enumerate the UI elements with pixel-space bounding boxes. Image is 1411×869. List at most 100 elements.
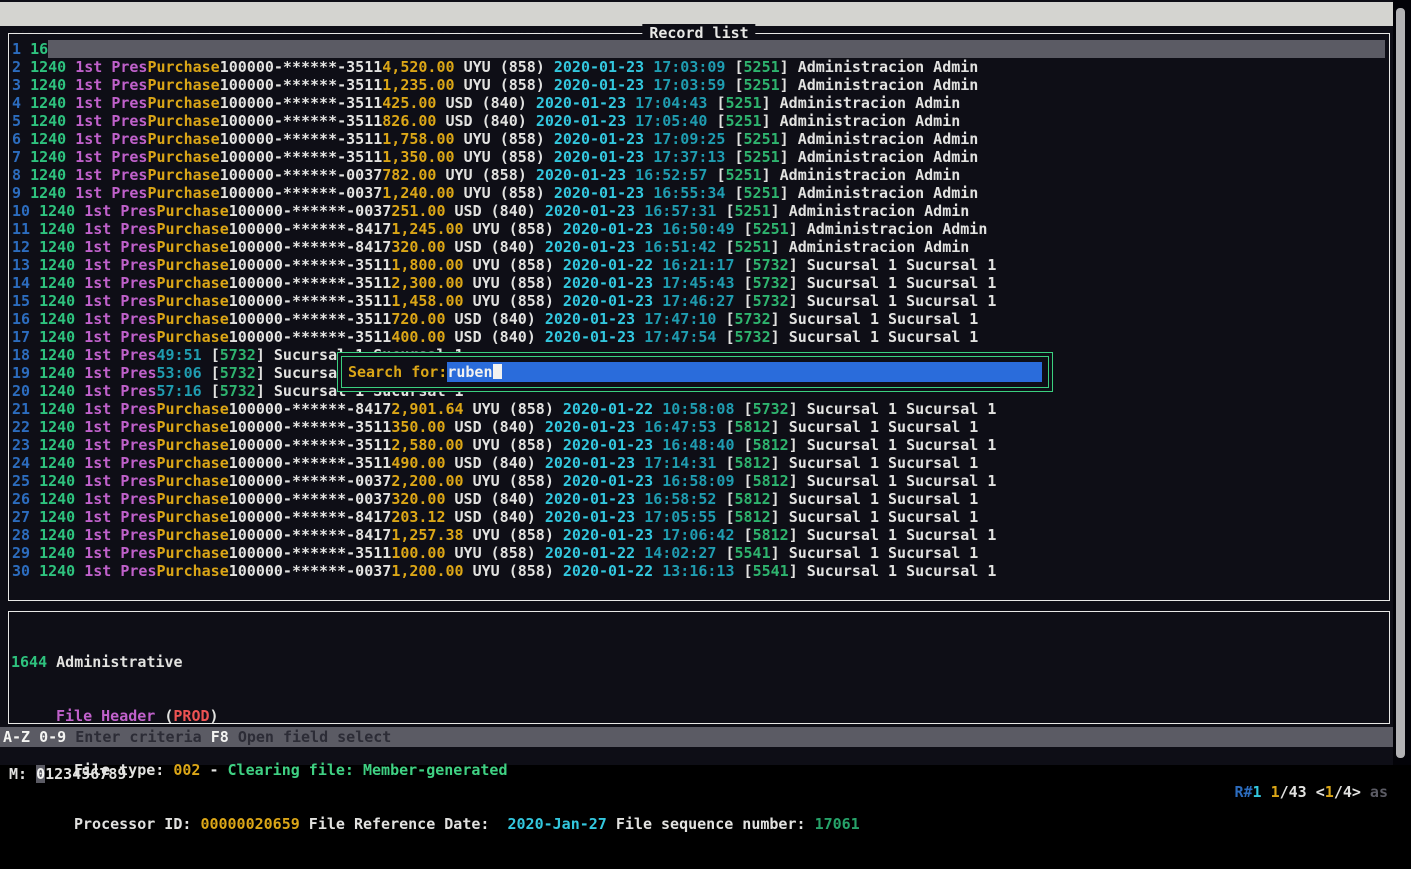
currency: UYU <box>473 274 500 292</box>
transaction-date: 2020-01-23 <box>545 508 635 526</box>
currency: USD <box>446 112 473 130</box>
transaction-time: 16:57:31 <box>644 202 716 220</box>
record-row[interactable]: 10 1240 1st PresPurchase100000-******-00… <box>12 202 1389 220</box>
merchant-name: Sucursal 1 Sucursal 1 <box>789 544 979 562</box>
transaction-time: 17:46:27 <box>662 292 734 310</box>
position-segment <box>1262 783 1271 801</box>
record-type-code: 1240 <box>39 238 75 256</box>
hotkey[interactable]: A-Z <box>3 728 30 746</box>
currency: USD <box>455 508 482 526</box>
detail-env: PROD <box>173 707 209 725</box>
transaction-type: Purchase <box>157 436 229 454</box>
record-row[interactable]: 6 1240 1st PresPurchase100000-******-351… <box>12 130 1389 148</box>
bracket-close: ] <box>771 508 780 526</box>
bracket-close: ] <box>780 58 789 76</box>
transaction-date: 2020-01-23 <box>545 238 635 256</box>
mcc-code: 5732 <box>735 328 771 346</box>
record-row[interactable]: 16 1240 1st PresPurchase100000-******-35… <box>12 310 1389 328</box>
bracket-open: [ <box>735 148 744 166</box>
transaction-time: 17:03:09 <box>653 58 725 76</box>
merchant-name: Sucursal 1 Sucursal 1 <box>807 472 997 490</box>
mcc-code: 5251 <box>744 58 780 76</box>
amount: 720.00 <box>391 310 445 328</box>
bracket-close: ] <box>780 184 789 202</box>
transaction-time: 17:14:31 <box>644 454 716 472</box>
ref-date-label: File Reference Date: <box>300 815 508 833</box>
merchant-name: Sucursal 1 Sucursal 1 <box>789 454 979 472</box>
record-row[interactable]: 14 1240 1st PresPurchase100000-******-35… <box>12 274 1389 292</box>
bracket-open: [ <box>744 472 753 490</box>
search-input[interactable]: ruben <box>447 362 1042 382</box>
record-row[interactable]: 23 1240 1st PresPurchase100000-******-35… <box>12 436 1389 454</box>
transaction-date: 2020-01-23 <box>563 436 653 454</box>
record-row[interactable]: 8 1240 1st PresPurchase100000-******-003… <box>12 166 1389 184</box>
mcc-code: 5732 <box>753 256 789 274</box>
merchant-name: Administracion Admin <box>780 166 961 184</box>
transaction-time: 17:05:40 <box>635 112 707 130</box>
record-row[interactable]: 26 1240 1st PresPurchase100000-******-00… <box>12 490 1389 508</box>
record-row[interactable]: 24 1240 1st PresPurchase100000-******-35… <box>12 454 1389 472</box>
record-type-code: 1240 <box>39 328 75 346</box>
record-row[interactable]: 29 1240 1st PresPurchase100000-******-35… <box>12 544 1389 562</box>
mcc-code: 5251 <box>744 184 780 202</box>
row-number: 15 <box>12 292 30 310</box>
record-row-selected[interactable]: 1 1644 File HeaderPROD 2020-Jan-27 Proc.… <box>12 40 1389 58</box>
record-row[interactable]: 12 1240 1st PresPurchase100000-******-84… <box>12 238 1389 256</box>
record-rows: 1 1644 File HeaderPROD 2020-Jan-27 Proc.… <box>9 34 1389 580</box>
merchant-name: Sucursal 1 Sucursal 1 <box>807 436 997 454</box>
merchant-name: Administracion Admin <box>798 148 979 166</box>
card-number: 100000-******-3511 <box>229 454 392 472</box>
bracket-close: ] <box>789 472 798 490</box>
row-number: 16 <box>12 310 30 328</box>
record-row[interactable]: 17 1240 1st PresPurchase100000-******-35… <box>12 328 1389 346</box>
bracket-close: ] <box>789 292 798 310</box>
amount: 1,800.00 <box>391 256 463 274</box>
record-row[interactable]: 21 1240 1st PresPurchase100000-******-84… <box>12 400 1389 418</box>
currency-code: (840) <box>491 418 536 436</box>
hotkey[interactable]: 0-9 <box>39 728 66 746</box>
currency: UYU <box>473 400 500 418</box>
row-number: 19 <box>12 364 30 382</box>
record-row[interactable]: 15 1240 1st PresPurchase100000-******-35… <box>12 292 1389 310</box>
merchant-name: Sucursal 1 Sucursal 1 <box>807 292 997 310</box>
transaction-time: 16:55:34 <box>653 184 725 202</box>
mask-cursor[interactable]: 0 <box>36 765 45 783</box>
transaction-type: Purchase <box>147 184 219 202</box>
record-type-name: 1st Pres <box>75 58 147 76</box>
record-row[interactable]: 13 1240 1st PresPurchase100000-******-35… <box>12 256 1389 274</box>
record-type-name: 1st Pres <box>84 346 156 364</box>
scrollbar-track[interactable] <box>1393 0 1411 765</box>
record-row[interactable]: 25 1240 1st PresPurchase100000-******-00… <box>12 472 1389 490</box>
bracket-open: [ <box>211 382 220 400</box>
bracket-open: [ <box>735 184 744 202</box>
record-row[interactable]: 27 1240 1st PresPurchase100000-******-84… <box>12 508 1389 526</box>
transaction-type: Purchase <box>157 256 229 274</box>
mcc-code: 5251 <box>725 94 761 112</box>
bracket-open: [ <box>725 310 734 328</box>
bracket-close: ] <box>789 256 798 274</box>
scrollbar-thumb[interactable] <box>1396 8 1405 758</box>
record-row[interactable]: 30 1240 1st PresPurchase100000-******-00… <box>12 562 1389 580</box>
hotkey[interactable]: F8 <box>211 728 229 746</box>
record-row[interactable]: 9 1240 1st PresPurchase100000-******-003… <box>12 184 1389 202</box>
record-row[interactable]: 28 1240 1st PresPurchase100000-******-84… <box>12 526 1389 544</box>
bracket-close: ] <box>771 328 780 346</box>
bracket-open: [ <box>735 130 744 148</box>
transaction-date: 2020-01-23 <box>554 76 644 94</box>
card-number: 100000-******-8417 <box>229 400 392 418</box>
record-type-code: 1240 <box>30 148 66 166</box>
currency: UYU <box>473 436 500 454</box>
record-row[interactable]: 4 1240 1st PresPurchase100000-******-351… <box>12 94 1389 112</box>
record-row[interactable]: 2 1240 1st PresPurchase100000-******-351… <box>12 58 1389 76</box>
transaction-time: 17:47:54 <box>644 328 716 346</box>
transaction-date: 2020-01-23 <box>554 184 644 202</box>
bracket-close: ] <box>780 76 789 94</box>
record-row[interactable]: 11 1240 1st PresPurchase100000-******-84… <box>12 220 1389 238</box>
currency: USD <box>455 202 482 220</box>
record-row[interactable]: 22 1240 1st PresPurchase100000-******-35… <box>12 418 1389 436</box>
record-row[interactable]: 7 1240 1st PresPurchase100000-******-351… <box>12 148 1389 166</box>
record-type-code: 1240 <box>39 490 75 508</box>
transaction-type: Purchase <box>157 202 229 220</box>
record-row[interactable]: 5 1240 1st PresPurchase100000-******-351… <box>12 112 1389 130</box>
record-row[interactable]: 3 1240 1st PresPurchase100000-******-351… <box>12 76 1389 94</box>
